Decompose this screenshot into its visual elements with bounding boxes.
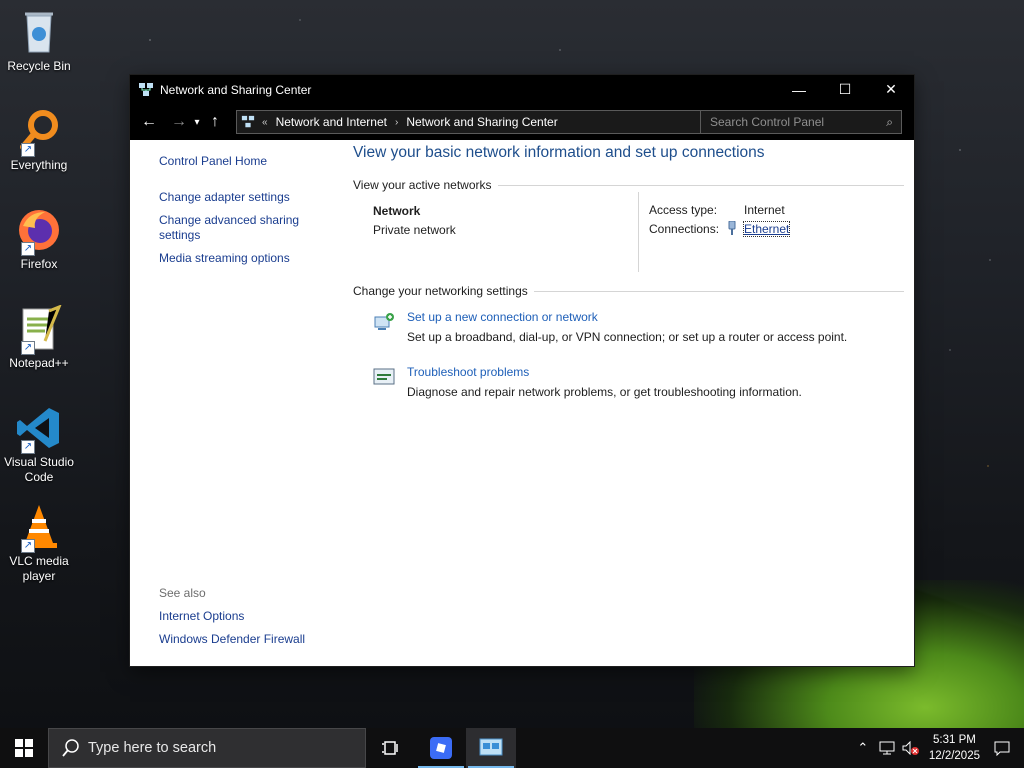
shortcut-arrow-icon: ↗ — [21, 143, 35, 157]
shortcut-arrow-icon: ↗ — [21, 242, 35, 256]
desktop-icon-firefox[interactable]: ↗ Firefox — [0, 206, 78, 272]
change-settings-header: Change your networking settings — [353, 284, 904, 298]
breadcrumb-overflow[interactable]: « — [262, 117, 268, 128]
desktop-icon-label: Everything — [10, 158, 68, 172]
clock[interactable]: 5:31 PM 12/2/2025 — [929, 732, 980, 764]
notepad-plus-plus-icon: ↗ — [15, 304, 63, 355]
network-center-icon — [139, 82, 153, 96]
active-networks-header: View your active networks — [353, 178, 904, 192]
network-type: Private network — [373, 223, 456, 237]
change-adapter-settings-link[interactable]: Change adapter settings — [159, 190, 329, 205]
see-also-label: See also — [159, 586, 206, 600]
volume-muted-icon[interactable] — [899, 741, 923, 755]
new-connection-icon — [374, 313, 394, 330]
vlc-icon: ↗ — [15, 503, 63, 553]
taskbar-app-control-panel[interactable] — [466, 728, 516, 768]
taskbar-app-roblox[interactable] — [416, 728, 466, 768]
desktop-icon-label: Recycle Bin — [7, 59, 71, 73]
network-center-icon — [241, 115, 255, 128]
internet-options-link[interactable]: Internet Options — [159, 609, 329, 624]
app-icon — [430, 737, 452, 759]
firefox-icon: ↗ — [15, 206, 63, 256]
clock-time: 5:31 PM — [933, 734, 976, 746]
maximize-button[interactable]: ☐ — [822, 75, 868, 104]
access-type-value: Internet — [744, 203, 785, 217]
setup-new-connection-link[interactable]: Set up a new connection or network — [407, 310, 598, 324]
desktop-icon-label: Visual Studio Code — [4, 455, 74, 484]
clock-date: 12/2/2025 — [928, 750, 980, 762]
task-troubleshoot: Troubleshoot problems Diagnose and repai… — [353, 363, 904, 418]
shortcut-arrow-icon: ↗ — [21, 539, 35, 553]
control-panel-home-link[interactable]: Control Panel Home — [159, 154, 329, 169]
windows-logo-icon — [15, 739, 33, 757]
network-name: Network — [373, 204, 421, 218]
desktop-icon-label: Notepad++ — [9, 356, 69, 370]
recent-locations-chevron-icon[interactable]: ▾ — [190, 110, 204, 134]
see-also-links: Internet Options Windows Defender Firewa… — [159, 609, 329, 647]
active-network: Network Private network Access type: Int… — [353, 192, 904, 284]
desktop-icon-recycle-bin[interactable]: Recycle Bin — [0, 8, 78, 74]
search-input[interactable] — [708, 114, 882, 130]
notifications-icon[interactable] — [990, 741, 1014, 756]
ethernet-link[interactable]: Ethernet — [742, 221, 791, 237]
network-sharing-window: Network and Sharing Center — ☐ ✕ ← → ▾ ↑… — [130, 75, 914, 666]
title-bar[interactable]: Network and Sharing Center — ☐ ✕ — [130, 75, 914, 104]
forward-arrow-icon[interactable]: → — [168, 110, 190, 134]
troubleshoot-icon — [373, 368, 395, 385]
shortcut-arrow-icon: ↗ — [21, 440, 35, 454]
section-label: View your active networks — [353, 178, 492, 192]
address-bar-row: ← → ▾ ↑ « Network and Internet › Network… — [130, 104, 914, 140]
breadcrumb-network-internet[interactable]: Network and Internet — [276, 115, 387, 129]
everything-search-icon: ↗ — [15, 107, 63, 157]
task-view-button[interactable] — [366, 728, 416, 768]
breadcrumb-separator[interactable]: › — [395, 117, 398, 128]
start-button[interactable] — [0, 728, 48, 768]
taskbar-search-box[interactable]: Type here to search — [48, 728, 366, 768]
windows-defender-firewall-link[interactable]: Windows Defender Firewall — [159, 632, 329, 647]
system-tray: ⌃ 5:31 PM 12/2/2025 — [851, 728, 1024, 768]
page-title: View your basic network information and … — [353, 144, 765, 161]
media-streaming-options-link[interactable]: Media streaming options — [159, 251, 329, 266]
breadcrumb-network-sharing-center[interactable]: Network and Sharing Center — [406, 115, 557, 129]
network-icon[interactable] — [875, 741, 899, 755]
show-hidden-icons-chevron-icon[interactable]: ⌃ — [851, 740, 875, 756]
taskbar-search-placeholder: Type here to search — [88, 740, 217, 756]
troubleshoot-problems-link[interactable]: Troubleshoot problems — [407, 365, 529, 379]
search-icon[interactable]: ⌕ — [886, 115, 893, 130]
minimize-button[interactable]: — — [776, 75, 822, 104]
desktop-icon-notepad-plus-plus[interactable]: ↗ Notepad++ — [0, 304, 78, 371]
back-arrow-icon[interactable]: ← — [138, 110, 160, 134]
ethernet-icon — [728, 221, 736, 235]
search-icon — [62, 739, 79, 757]
desktop-icon-label: Firefox — [20, 257, 58, 271]
task-description: Set up a broadband, dial-up, or VPN conn… — [407, 330, 848, 344]
task-description: Diagnose and repair network problems, or… — [407, 385, 802, 399]
access-type-label: Access type: — [649, 203, 718, 217]
control-panel-icon — [479, 738, 503, 756]
desktop-icon-vlc[interactable]: ↗ VLC media player — [0, 503, 78, 584]
task-view-icon — [382, 741, 398, 755]
task-new-connection: Set up a new connection or network Set u… — [353, 308, 904, 363]
desktop-icon-everything[interactable]: ↗ Everything — [0, 107, 78, 173]
close-button[interactable]: ✕ — [868, 75, 914, 104]
vscode-icon: ↗ — [15, 404, 63, 454]
section-label: Change your networking settings — [353, 284, 528, 298]
change-advanced-sharing-link[interactable]: Change advanced sharing settings — [159, 213, 309, 243]
taskbar: Type here to search ⌃ 5:31 PM 12/2/2025 — [0, 728, 1024, 768]
content-area: Control Panel Home Change adapter settin… — [130, 140, 914, 666]
connections-label: Connections: — [649, 222, 720, 236]
shortcut-arrow-icon: ↗ — [21, 341, 35, 355]
search-control-panel[interactable]: ⌕ — [700, 110, 902, 134]
up-arrow-icon[interactable]: ↑ — [204, 110, 226, 134]
left-pane: Control Panel Home Change adapter settin… — [159, 140, 329, 266]
main-pane: View your basic network information and … — [353, 140, 904, 418]
divider — [638, 192, 639, 272]
desktop-icon-label: VLC media player — [9, 554, 69, 583]
recycle-bin-icon — [15, 8, 63, 56]
desktop-icon-vscode[interactable]: ↗ Visual Studio Code — [0, 404, 78, 485]
window-title: Network and Sharing Center — [160, 82, 312, 97]
